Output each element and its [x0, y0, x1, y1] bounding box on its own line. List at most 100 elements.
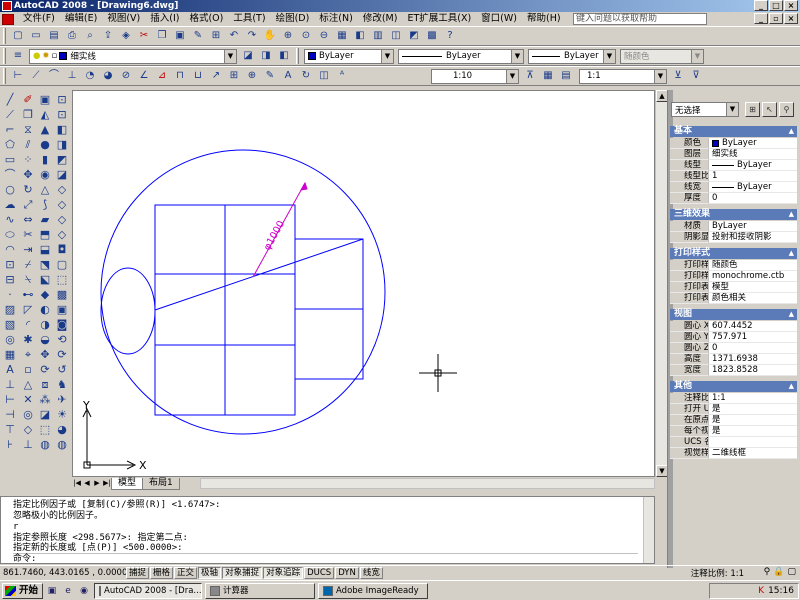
- 3d-wireframe-icon[interactable]: ⬚: [54, 272, 70, 287]
- collapse-icon[interactable]: ▲: [789, 126, 794, 137]
- toolbar-grip[interactable]: [3, 48, 6, 64]
- chevron-down-icon[interactable]: ▼: [224, 49, 236, 63]
- quick-dimension-icon[interactable]: ⊿: [154, 68, 170, 84]
- document-icon[interactable]: [2, 13, 14, 25]
- clock[interactable]: 15:16: [768, 586, 794, 596]
- 3d-array-icon[interactable]: ⁂: [37, 392, 53, 407]
- arc-icon[interactable]: ⌒: [2, 167, 18, 182]
- property-row[interactable]: 材质 ByLayer: [670, 221, 797, 232]
- zoom-previous-icon[interactable]: ⊖: [316, 28, 332, 44]
- 3d-move-icon[interactable]: ✥: [37, 347, 53, 362]
- lock-status-icon[interactable]: 🔒: [773, 567, 784, 577]
- angular-icon[interactable]: ∠: [136, 68, 152, 84]
- loft-icon[interactable]: ◆: [37, 287, 53, 302]
- layer-states-icon[interactable]: ◧: [276, 48, 292, 64]
- status-toggle-button[interactable]: 对象捕捉: [222, 566, 263, 579]
- explode-icon[interactable]: ✱: [20, 332, 36, 347]
- property-value[interactable]: 1371.6938: [708, 354, 797, 365]
- intersection-snap-icon[interactable]: ✕: [20, 392, 36, 407]
- mirror-icon[interactable]: ⧖: [20, 122, 36, 137]
- status-toggle-button[interactable]: 对象追踪: [263, 566, 304, 579]
- ucs-face-icon[interactable]: ⊤: [2, 422, 18, 437]
- match-properties-icon[interactable]: ✎: [190, 28, 206, 44]
- property-row[interactable]: 阴影显示投射和接收阴影: [670, 232, 797, 243]
- table-style-icon[interactable]: ▦: [540, 68, 556, 84]
- circle-icon[interactable]: ○: [2, 182, 18, 197]
- lineweight-combo[interactable]: ByLayer ▼: [528, 48, 616, 64]
- move-icon[interactable]: ✥: [20, 167, 36, 182]
- center-snap-icon[interactable]: ◎: [20, 407, 36, 422]
- property-section-header[interactable]: 三维效果 ▲: [670, 209, 797, 220]
- right-view-icon[interactable]: ◨: [54, 137, 70, 152]
- spline-icon[interactable]: ∿: [2, 212, 18, 227]
- select-objects-icon[interactable]: ↖: [762, 102, 777, 117]
- taskbar-task-button[interactable]: Adobe ImageReady: [318, 582, 429, 599]
- menu-dimension[interactable]: 标注(N): [314, 12, 358, 26]
- property-value[interactable]: [708, 437, 797, 448]
- intersect-icon[interactable]: ◒: [37, 332, 53, 347]
- taskbar-task-button[interactable]: AutoCAD 2008 - [Dra...: [94, 582, 203, 599]
- front-view-icon[interactable]: ◩: [54, 152, 70, 167]
- tab-model[interactable]: 模型: [111, 477, 144, 490]
- make-object-layer-current-icon[interactable]: ◪: [240, 48, 256, 64]
- 3d-align-icon[interactable]: ⧈: [37, 377, 53, 392]
- scale-combo-1[interactable]: 1:10 ▼: [431, 68, 519, 84]
- property-row[interactable]: 视觉样式二维线框: [670, 448, 797, 459]
- walk-icon[interactable]: ♞: [54, 377, 70, 392]
- property-row[interactable]: 圆心 Z... 0: [670, 343, 797, 354]
- dimension-update-icon[interactable]: ↻: [298, 68, 314, 84]
- property-row[interactable]: 高度 1371.6938: [670, 354, 797, 365]
- zoom-window-icon[interactable]: ⊙: [298, 28, 314, 44]
- drawing-horizontal-scrollbar[interactable]: [200, 478, 655, 489]
- dimension-edit-icon[interactable]: ✎: [262, 68, 278, 84]
- chevron-down-icon[interactable]: ▼: [381, 49, 393, 63]
- multiline-style-icon[interactable]: ▤: [558, 68, 574, 84]
- se-iso-icon[interactable]: ◇: [54, 197, 70, 212]
- status-toggle-button[interactable]: 线宽: [359, 566, 383, 579]
- tab-next-icon[interactable]: ▶: [92, 478, 102, 489]
- property-value[interactable]: 0: [708, 343, 797, 354]
- rotate-icon[interactable]: ↻: [20, 182, 36, 197]
- property-row[interactable]: 线型比例 1: [670, 171, 797, 182]
- quicklaunch-media-icon[interactable]: ◉: [77, 584, 91, 598]
- ne-iso-icon[interactable]: ◇: [54, 212, 70, 227]
- maximize-button[interactable]: □: [769, 0, 783, 11]
- menu-draw[interactable]: 绘图(D): [271, 12, 315, 26]
- doc-close-button[interactable]: ×: [784, 13, 798, 24]
- property-row[interactable]: 宽度 1823.8528: [670, 365, 797, 376]
- ordinate-icon[interactable]: ⊥: [64, 68, 80, 84]
- properties-icon[interactable]: ▦: [334, 28, 350, 44]
- left-view-icon[interactable]: ◧: [54, 122, 70, 137]
- orbit-icon[interactable]: ⟲: [54, 332, 70, 347]
- region-icon[interactable]: ◎: [2, 332, 18, 347]
- top-view-icon[interactable]: ⊡: [54, 92, 70, 107]
- scale-combo-2[interactable]: 1:1 ▼: [579, 68, 667, 84]
- help-search-input[interactable]: 键入问题以获取帮助: [573, 13, 707, 25]
- tab-first-icon[interactable]: |◀: [72, 478, 82, 489]
- bottom-view-icon[interactable]: ⊡: [54, 107, 70, 122]
- point-icon[interactable]: ·: [2, 287, 18, 302]
- ellipse-icon[interactable]: ⬭: [2, 227, 18, 242]
- dimension-style-icon[interactable]: ◫: [316, 68, 332, 84]
- drawing-vertical-scrollbar[interactable]: ▲ ▼: [655, 90, 668, 477]
- shell-icon[interactable]: ⬚: [37, 422, 53, 437]
- continuous-orbit-icon[interactable]: ↺: [54, 362, 70, 377]
- property-value[interactable]: ByLayer: [708, 138, 797, 149]
- menu-help[interactable]: 帮助(H): [522, 12, 566, 26]
- pan-icon[interactable]: ✋: [262, 28, 278, 44]
- property-value[interactable]: 随颜色: [708, 260, 797, 271]
- quicklaunch-desktop-icon[interactable]: ▣: [45, 584, 59, 598]
- menu-view[interactable]: 视图(V): [102, 12, 145, 26]
- auto-scale-icon[interactable]: ⊽: [688, 68, 704, 84]
- wedge-icon[interactable]: ◭: [37, 107, 53, 122]
- sw-iso-icon[interactable]: ◇: [54, 182, 70, 197]
- property-value[interactable]: 是: [708, 415, 797, 426]
- join-icon[interactable]: ⊷: [20, 287, 36, 302]
- conceptual-icon[interactable]: ◙: [54, 317, 70, 332]
- command-prompt[interactable]: 命令:: [13, 553, 638, 565]
- property-section-header[interactable]: 基本 ▲: [670, 126, 797, 137]
- fillet-icon[interactable]: ◜: [20, 317, 36, 332]
- annotation-scale-icon[interactable]: ⊼: [522, 68, 538, 84]
- property-row[interactable]: 线宽 ByLayer: [670, 182, 797, 193]
- pyramid-icon[interactable]: △: [37, 182, 53, 197]
